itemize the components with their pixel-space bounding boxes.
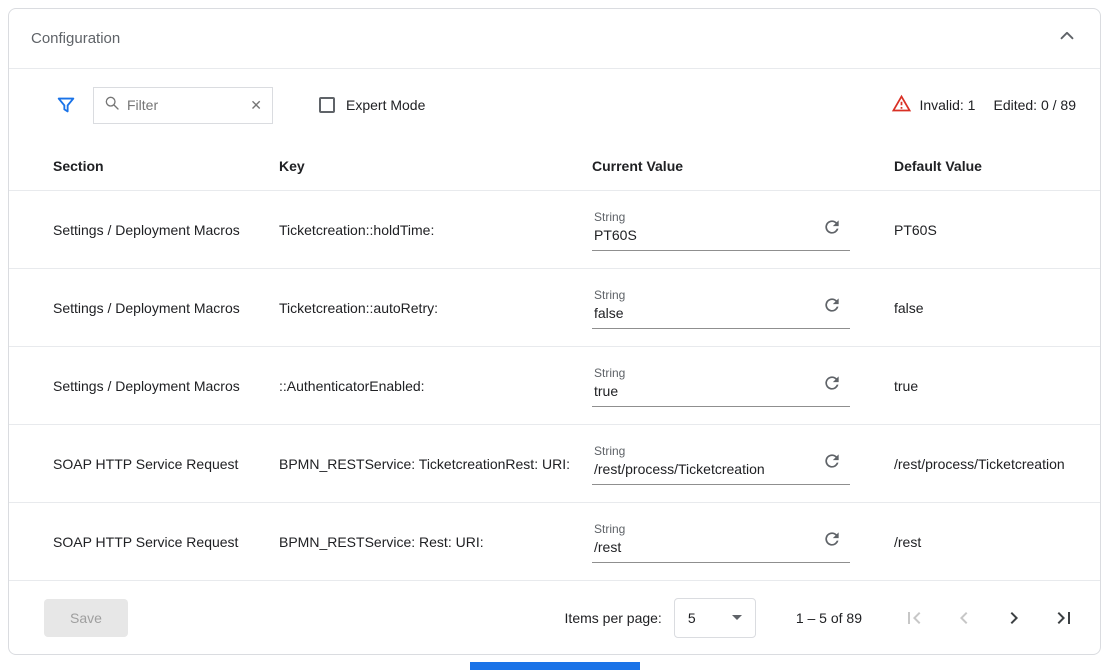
header-default-value: Default Value xyxy=(894,158,1076,174)
configuration-panel: Configuration ✕ Expert Mode xyxy=(8,8,1101,655)
row-default-value: true xyxy=(894,378,1076,394)
row-section: Settings / Deployment Macros xyxy=(53,378,279,394)
value-type-label: String xyxy=(594,366,625,380)
table-row: Settings / Deployment Macros ::Authentic… xyxy=(9,347,1100,425)
toolbar: ✕ Expert Mode Invalid: 1 Edited: 0 / 89 xyxy=(9,69,1100,141)
header-key: Key xyxy=(279,158,592,174)
previous-page-button[interactable] xyxy=(952,606,976,630)
row-default-value: /rest xyxy=(894,534,1076,550)
header-section: Section xyxy=(53,158,279,174)
expert-mode-checkbox[interactable] xyxy=(319,97,335,113)
page-range-label: 1 – 5 of 89 xyxy=(796,610,862,626)
current-value-input[interactable]: /rest xyxy=(594,539,625,555)
paginator: Items per page: 5 1 – 5 of 89 xyxy=(565,598,1076,638)
value-type-label: String xyxy=(594,210,637,224)
value-type-label: String xyxy=(594,444,765,458)
row-section: SOAP HTTP Service Request xyxy=(53,534,279,550)
row-key: Ticketcreation::autoRetry: xyxy=(279,300,592,316)
row-default-value: PT60S xyxy=(894,222,1076,238)
current-value-field[interactable]: String /rest/process/Ticketcreation xyxy=(592,442,850,485)
value-type-label: String xyxy=(594,288,625,302)
current-value-field[interactable]: String /rest xyxy=(592,520,850,563)
row-key: ::AuthenticatorEnabled: xyxy=(279,378,592,394)
expert-mode-toggle[interactable]: Expert Mode xyxy=(319,97,425,113)
reset-value-icon[interactable] xyxy=(822,295,842,315)
page-size-select[interactable]: 5 xyxy=(674,598,756,638)
page-size-value: 5 xyxy=(688,610,696,626)
current-value-input[interactable]: true xyxy=(594,383,625,399)
table-row: SOAP HTTP Service Request BPMN_RESTServi… xyxy=(9,503,1100,581)
collapse-panel-button[interactable] xyxy=(1056,25,1078,52)
reset-value-icon[interactable] xyxy=(822,529,842,549)
row-section: SOAP HTTP Service Request xyxy=(53,456,279,472)
first-page-button[interactable] xyxy=(902,606,926,630)
filter-funnel-icon[interactable] xyxy=(55,94,77,116)
edited-count-label: Edited: 0 / 89 xyxy=(993,97,1076,113)
row-key: BPMN_RESTService: TicketcreationRest: UR… xyxy=(279,456,592,472)
save-button[interactable]: Save xyxy=(44,599,128,637)
row-section: Settings / Deployment Macros xyxy=(53,222,279,238)
last-page-button[interactable] xyxy=(1052,606,1076,630)
search-icon xyxy=(104,95,120,116)
table-row: SOAP HTTP Service Request BPMN_RESTServi… xyxy=(9,425,1100,503)
row-section: Settings / Deployment Macros xyxy=(53,300,279,316)
dropdown-caret-icon xyxy=(732,615,742,620)
chevron-up-icon xyxy=(1056,25,1078,52)
warning-triangle-icon xyxy=(891,93,912,117)
reset-value-icon[interactable] xyxy=(822,373,842,393)
invalid-status: Invalid: 1 xyxy=(891,93,975,117)
page-title: Configuration xyxy=(31,30,120,47)
row-default-value: false xyxy=(894,300,1076,316)
table-header-row: Section Key Current Value Default Value xyxy=(9,141,1100,191)
current-value-input[interactable]: /rest/process/Ticketcreation xyxy=(594,461,765,477)
clear-filter-icon[interactable]: ✕ xyxy=(250,98,262,112)
row-key: Ticketcreation::holdTime: xyxy=(279,222,592,238)
table-row: Settings / Deployment Macros Ticketcreat… xyxy=(9,191,1100,269)
current-value-input[interactable]: PT60S xyxy=(594,227,637,243)
status-area: Invalid: 1 Edited: 0 / 89 xyxy=(891,93,1076,117)
current-value-field[interactable]: String PT60S xyxy=(592,208,850,251)
expert-mode-label: Expert Mode xyxy=(346,97,425,113)
panel-footer: Save Items per page: 5 1 – 5 of 89 xyxy=(9,581,1100,654)
row-key: BPMN_RESTService: Rest: URI: xyxy=(279,534,592,550)
filter-searchbox: ✕ xyxy=(93,87,273,124)
row-default-value: /rest/process/Ticketcreation xyxy=(894,456,1076,472)
pager-buttons xyxy=(902,606,1076,630)
panel-header: Configuration xyxy=(9,9,1100,69)
filter-input[interactable] xyxy=(127,97,243,113)
reset-value-icon[interactable] xyxy=(822,451,842,471)
invalid-count-label: Invalid: 1 xyxy=(919,97,975,113)
items-per-page-label: Items per page: xyxy=(565,610,662,626)
table-row: Settings / Deployment Macros Ticketcreat… xyxy=(9,269,1100,347)
value-type-label: String xyxy=(594,522,625,536)
header-current-value: Current Value xyxy=(592,158,894,174)
current-value-field[interactable]: String false xyxy=(592,286,850,329)
bottom-blue-bar xyxy=(470,662,640,670)
current-value-field[interactable]: String true xyxy=(592,364,850,407)
reset-value-icon[interactable] xyxy=(822,217,842,237)
next-page-button[interactable] xyxy=(1002,606,1026,630)
current-value-input[interactable]: false xyxy=(594,305,625,321)
